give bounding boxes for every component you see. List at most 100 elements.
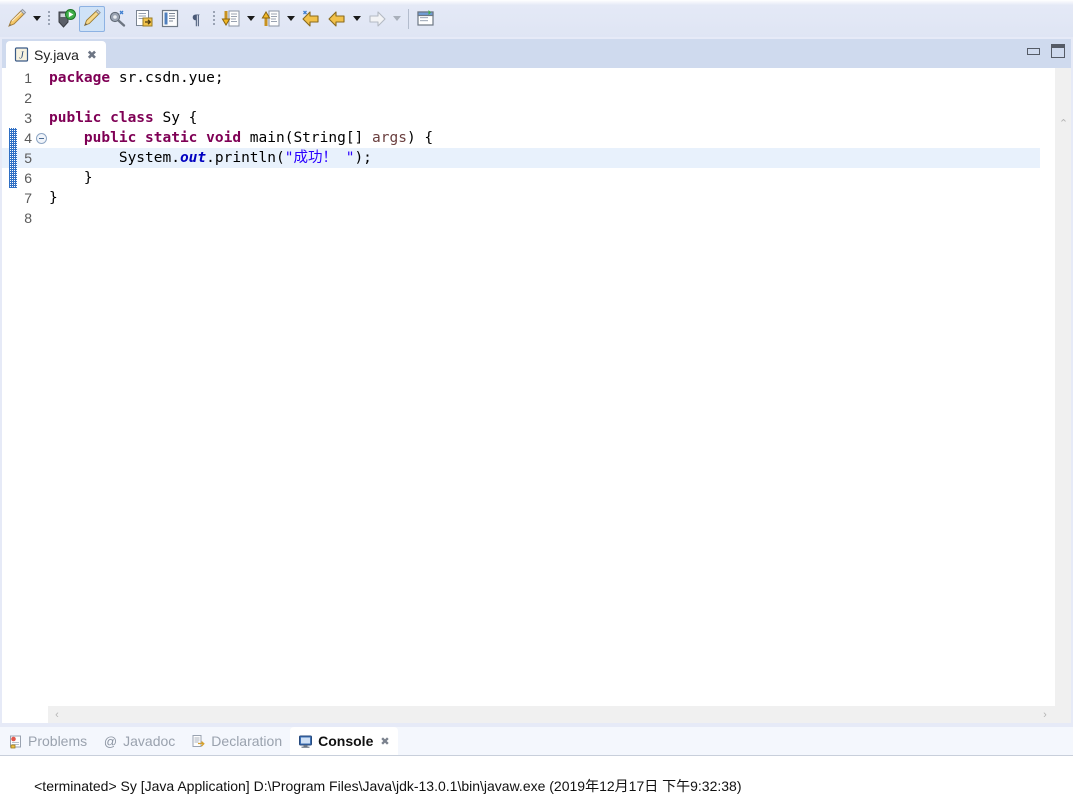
code-token: System. — [49, 150, 180, 166]
code-token: sr.csdn.yue; — [110, 70, 224, 86]
code-token: out — [179, 150, 207, 166]
run-icon[interactable] — [79, 5, 105, 32]
bottom-view-stack: Problems @ Javadoc Declaration Console ✖ <ter… — [0, 727, 1073, 796]
line-number: 6 — [24, 170, 32, 186]
console-launch-header: <terminated> Sy [Java Application] D:\Pr… — [0, 756, 1073, 796]
back-dropdown[interactable] — [350, 6, 364, 32]
quick-access-pencil-icon[interactable] — [4, 6, 30, 32]
code-line[interactable]: 2 — [2, 88, 1040, 108]
svg-text:J: J — [19, 51, 24, 62]
editor-tab-label: Sy.java — [34, 46, 79, 63]
debug-icon[interactable] — [53, 6, 79, 32]
code-line[interactable]: 3 public class Sy { — [2, 108, 1040, 128]
pilcrow-icon[interactable]: ¶ — [183, 6, 209, 32]
line-number: 2 — [24, 90, 32, 106]
scrollbar-corner — [1054, 706, 1071, 723]
scroll-right-icon[interactable]: › — [1036, 706, 1054, 723]
eclipse-window: ¶ J Sy.java ✖ 1 package sr.csdn.yue; 2 3… — [0, 0, 1073, 796]
code-token: main(String[] — [241, 130, 373, 146]
svg-text:@: @ — [104, 734, 117, 749]
bottom-tab-label: Problems — [28, 733, 88, 749]
bottom-tab-javadoc[interactable]: @ Javadoc — [95, 727, 183, 755]
separator-3 — [404, 6, 413, 32]
editor-window-controls — [1027, 44, 1065, 58]
back-icon[interactable] — [324, 6, 350, 32]
bottom-tabbar: Problems @ Javadoc Declaration Console ✖ — [0, 727, 1073, 755]
previous-annotation-icon[interactable] — [258, 6, 284, 32]
close-icon[interactable]: ✖ — [380, 735, 389, 748]
line-number: 1 — [24, 70, 32, 86]
change-bar — [9, 128, 17, 148]
code-token: Sy { — [153, 110, 198, 126]
external-tools-icon[interactable] — [105, 6, 131, 32]
console-icon — [298, 734, 313, 749]
code-token: ); — [354, 150, 372, 166]
separator-1 — [44, 6, 53, 32]
code-line[interactable]: 1 package sr.csdn.yue; — [2, 68, 1040, 88]
scroll-left-icon[interactable]: ‹ — [48, 706, 66, 723]
close-icon[interactable]: ✖ — [87, 49, 97, 61]
code-token: ) { — [406, 130, 434, 146]
forward-icon[interactable] — [364, 6, 390, 32]
javadoc-at-icon: @ — [103, 734, 118, 749]
code-line-text: } — [49, 188, 58, 208]
line-number: 3 — [24, 110, 32, 126]
code-line-text: System.out.println("成功！ "); — [49, 148, 372, 168]
code-token: .println( — [206, 150, 285, 166]
svg-text:¶: ¶ — [192, 12, 200, 28]
console-view[interactable]: <terminated> Sy [Java Application] D:\Pr… — [0, 755, 1073, 796]
scroll-up-icon[interactable]: ⌃ — [1055, 114, 1072, 132]
editor-vertical-scrollbar[interactable]: ⌃ ⌄ — [1054, 68, 1071, 723]
declaration-icon — [191, 734, 206, 749]
code-token: public static void — [83, 130, 242, 146]
change-bar — [9, 148, 17, 168]
code-editor[interactable]: 1 package sr.csdn.yue; 2 3 public class Sy {… — [2, 68, 1071, 723]
code-line-text: package sr.csdn.yue; — [49, 68, 224, 88]
line-number: 7 — [24, 190, 32, 206]
line-number: 8 — [24, 210, 32, 226]
minimize-icon[interactable] — [1027, 47, 1040, 55]
new-java-class-icon[interactable] — [131, 6, 157, 32]
line-number: 5 — [24, 150, 32, 166]
bottom-tab-declaration[interactable]: Declaration — [183, 727, 290, 755]
next-annotation-dropdown[interactable] — [244, 6, 258, 32]
code-token: } — [49, 170, 93, 186]
code-line[interactable]: 7} — [2, 188, 1040, 208]
problems-icon — [8, 734, 23, 749]
previous-annotation-dropdown[interactable] — [284, 6, 298, 32]
bottom-tab-console[interactable]: Console ✖ — [290, 727, 398, 755]
bottom-tab-problems[interactable]: Problems — [0, 727, 95, 755]
change-bar — [9, 168, 17, 188]
code-token: args — [372, 130, 407, 146]
next-annotation-icon[interactable] — [218, 6, 244, 32]
console-launch-header-text: <terminated> Sy [Java Application] D:\Pr… — [34, 778, 742, 794]
open-task-icon[interactable] — [157, 6, 183, 32]
code-fold-collapse-icon[interactable] — [36, 133, 47, 144]
toolbar-dropdown-1[interactable] — [30, 6, 44, 32]
line-number: 4 — [24, 130, 32, 146]
bottom-tab-label: Javadoc — [123, 733, 176, 749]
editor-horizontal-scrollbar[interactable]: ‹ › — [48, 706, 1054, 723]
code-line[interactable]: 8 — [2, 208, 1040, 228]
code-line[interactable]: 5 System.out.println("成功！ "); — [2, 148, 1040, 168]
code-token: "成功！ " — [284, 150, 355, 166]
new-window-icon[interactable] — [413, 6, 439, 32]
code-token: package — [49, 70, 111, 86]
code-line-text: public static void main(String[] args) { — [49, 128, 433, 148]
code-line[interactable]: 6 } — [2, 168, 1040, 188]
last-edit-location-icon[interactable] — [298, 6, 324, 32]
maximize-icon[interactable] — [1051, 44, 1065, 58]
editor-tab-sy-java[interactable]: J Sy.java ✖ — [6, 41, 106, 68]
bottom-tab-label: Console — [318, 733, 374, 749]
code-line-text: } — [49, 168, 93, 188]
separator-2 — [209, 6, 218, 32]
code-line[interactable]: 4 public static void main(String[] args)… — [2, 128, 1040, 148]
editor-area: J Sy.java ✖ 1 package sr.csdn.yue; 2 3 publi… — [2, 39, 1071, 723]
code-token: public class — [49, 110, 154, 126]
code-line-text: public class Sy { — [49, 108, 197, 128]
java-file-icon: J — [14, 47, 29, 62]
bottom-tab-label: Declaration — [211, 733, 283, 749]
forward-dropdown[interactable] — [390, 6, 404, 32]
editor-tabbar: J Sy.java ✖ — [2, 39, 1071, 68]
